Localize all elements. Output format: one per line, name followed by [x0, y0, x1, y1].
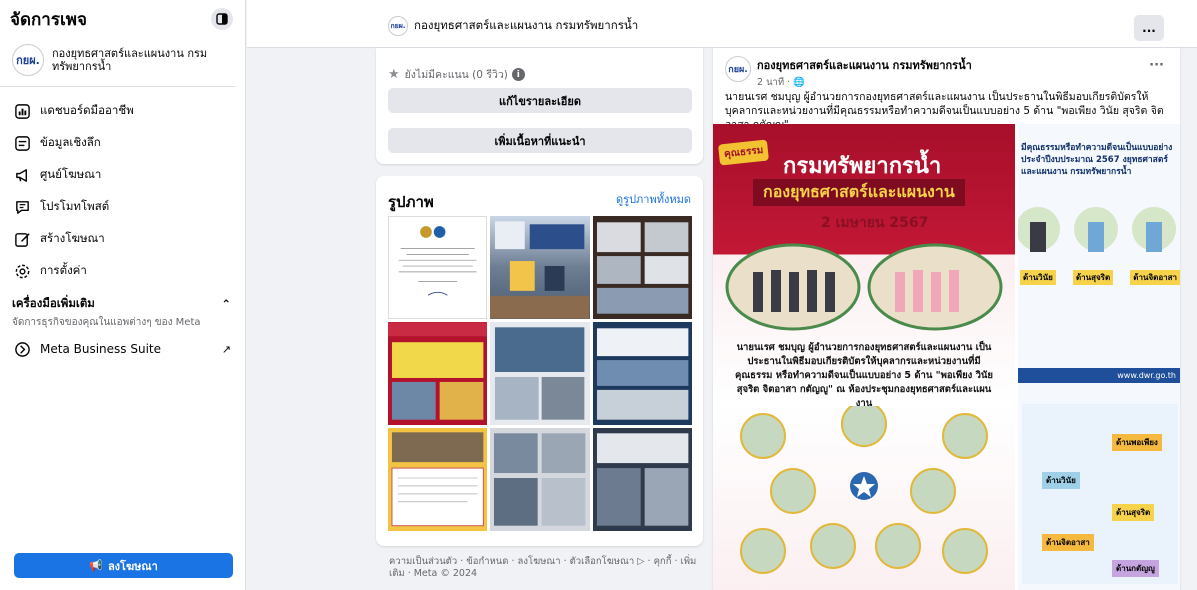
footer-links[interactable]: ความเป็นส่วนตัว · ข้อกำหนด · ลงโฆษณา · ต… — [389, 556, 699, 580]
image-date: 2 เมษายน 2567 — [821, 215, 929, 231]
page-switcher[interactable]: กยผ. กองยุทธศาสตร์และแผนงาน กรมทรัพยากรน… — [0, 38, 235, 87]
image2-labels: ด้านวินัย ด้านสุจริต ด้านจิตอาสา — [1020, 270, 1180, 285]
rating-text: ยังไม่มีคะแนน (0 รีวิว) — [404, 69, 508, 81]
advertise-button-label: ลงโฆษณา — [107, 559, 158, 573]
promote-icon — [16, 200, 29, 214]
sidebar-title: จัดการเพจ — [10, 9, 87, 30]
photo-thumbnail[interactable] — [490, 322, 590, 425]
photo-thumbnail[interactable] — [388, 216, 488, 319]
megaphone-icon: 📢 — [89, 559, 103, 572]
meta-business-suite-icon — [15, 341, 30, 357]
sidebar-item-insights[interactable]: ข้อมูลเชิงลึก — [0, 127, 245, 159]
sidebar-item-promote[interactable]: โปรโมทโพสต์ — [0, 191, 245, 223]
post-author-name[interactable]: กองยุทธศาสตร์และแผนงาน กรมทรัพยากรน้ำ — [757, 56, 972, 74]
image-subtitle: กองยุทธศาสตร์และแผนงาน — [753, 179, 965, 206]
sidebar-item-settings[interactable]: การตั้งค่า — [0, 255, 245, 287]
add-recommended-label: เพิ่มเนื้อหาที่แนะนำ — [494, 134, 586, 148]
dashboard-icon — [15, 103, 30, 119]
post-image-main[interactable]: คุณธรรม กรมทรัพยากรน้ำ กองยุทธศาสตร์และแ… — [713, 124, 1015, 590]
gear-icon — [15, 264, 30, 278]
edit-details-label: แก้ไขรายละเอียด — [499, 94, 581, 108]
photo-thumbnail[interactable] — [490, 216, 590, 319]
image2-label: ด้านจิตอาสา — [1130, 270, 1180, 285]
page-avatar: กยผ. — [12, 44, 44, 76]
sidebar-menu: แดชบอร์ดมืออาชีพ ข้อมูลเชิงลึก ศูนย์โฆษณ… — [0, 87, 245, 287]
image-title: กรมทรัพยากรน้ำ — [783, 154, 942, 179]
photo-thumbnail[interactable] — [592, 322, 692, 425]
image2-header: มีคุณธรรมหรือทำความดีจนเป็นแบบอย่าง ประจ… — [1021, 143, 1173, 177]
post-more-icon[interactable]: ··· — [1149, 58, 1164, 73]
sidebar-item-label: ศูนย์โฆษณา — [40, 167, 102, 181]
image2-side-item: ด้านจิตอาสา — [1042, 534, 1094, 551]
advertise-button[interactable]: 📢 ลงโฆษณา — [14, 553, 233, 578]
sidebar-header: จัดการเพจ — [0, 0, 245, 38]
more-tools-title: เครื่องมือเพิ่มเติม — [12, 296, 95, 310]
page-name: กองยุทธศาสตร์และแผนงาน กรมทรัพยากรน้ำ — [52, 47, 208, 73]
left-sidebar: จัดการเพจ กยผ. กองยุทธศาสตร์และแผนงาน กร… — [0, 0, 246, 590]
photo-thumbnail[interactable] — [592, 428, 692, 531]
edit-details-button[interactable]: แก้ไขรายละเอียด — [388, 88, 692, 113]
topbar-page-name: กองยุทธศาสตร์และแผนงาน กรมทรัพยากรน้ำ — [414, 18, 639, 32]
image-award-collage — [740, 406, 988, 574]
star-icon: ★ — [388, 67, 400, 82]
photo-thumbnail[interactable] — [388, 322, 488, 425]
image2-label: ด้านวินัย — [1020, 270, 1056, 285]
external-link-icon: ↗ — [221, 342, 231, 356]
sidebar-item-label: การตั้งค่า — [40, 263, 87, 277]
image2-side-list: ด้านพอเพียง ด้านวินัย ด้านสุจริต ด้านจิต… — [1022, 404, 1178, 584]
image2-url: www.dwr.go.th — [1018, 368, 1180, 383]
image2-side-item: ด้านสุจริต — [1112, 504, 1155, 521]
post-image-secondary[interactable]: มีคุณธรรมหรือทำความดีจนเป็นแบบอย่าง ประจ… — [1018, 124, 1180, 590]
megaphone-icon — [16, 168, 27, 182]
post-header: กยผ. กองยุทธศาสตร์และแผนงาน กรมทรัพยากรน… — [725, 56, 972, 90]
image-group-photos — [725, 243, 1003, 331]
collapse-sidebar-icon[interactable] — [211, 8, 233, 30]
pencil-icon — [15, 232, 30, 247]
meta-business-suite-link[interactable]: Meta Business Suite ↗ — [0, 336, 245, 362]
photos-card: รูปภาพ ดูรูปภาพทั้งหมด — [376, 176, 703, 546]
rating-row: ★ ยังไม่มีคะแนน (0 รีวิว) i — [388, 66, 525, 83]
image2-side-item: ด้านพอเพียง — [1112, 434, 1162, 451]
sidebar-item-label: ข้อมูลเชิงลึก — [40, 135, 101, 149]
more-tools-header[interactable]: เครื่องมือเพิ่มเติม ⌃ — [0, 287, 245, 313]
post-card: กยผ. กองยุทธศาสตร์และแผนงาน กรมทรัพยากรน… — [713, 48, 1180, 590]
post-author-avatar[interactable]: กยผ. — [725, 56, 751, 82]
more-tools-subtitle: จัดการธุรกิจของคุณในแอพต่างๆ ของ Meta — [12, 317, 201, 328]
photo-thumbnail[interactable] — [592, 216, 692, 319]
sidebar-item-dashboard[interactable]: แดชบอร์ดมืออาชีพ — [0, 95, 245, 127]
insights-icon — [15, 135, 30, 151]
topbar-page[interactable]: กยผ. กองยุทธศาสตร์และแผนงาน กรมทรัพยากรน… — [388, 16, 638, 36]
post-timestamp[interactable]: 2 นาที · 🌐 — [757, 75, 972, 90]
top-bar: กยผ. กองยุทธศาสตร์และแผนงาน กรมทรัพยากรน… — [247, 0, 1197, 48]
sidebar-item-create-ad[interactable]: สร้างโฆษณา — [0, 223, 245, 255]
see-all-photos-link[interactable]: ดูรูปภาพทั้งหมด — [616, 190, 691, 208]
image-caption: นายนเรศ ชมบุญ ผู้อำนวยการกองยุทธศาสตร์แล… — [735, 342, 993, 409]
meta-business-suite-label: Meta Business Suite — [40, 342, 161, 356]
add-recommended-button[interactable]: เพิ่มเนื้อหาที่แนะนำ — [388, 128, 692, 153]
image2-side-item: ด้านวินัย — [1042, 472, 1080, 489]
image2-label: ด้านสุจริต — [1072, 270, 1114, 285]
photos-title: รูปภาพ — [388, 193, 434, 211]
chevron-up-icon[interactable]: ⌃ — [221, 297, 231, 311]
sidebar-item-label: สร้างโฆษณา — [40, 231, 105, 245]
photo-thumbnail[interactable] — [388, 428, 488, 531]
sidebar-item-label: แดชบอร์ดมืออาชีพ — [40, 103, 134, 117]
photo-grid — [388, 216, 692, 531]
image2-portraits — [1018, 207, 1176, 252]
photo-thumbnail[interactable] — [490, 428, 590, 531]
info-icon[interactable]: i — [511, 68, 525, 81]
page-info-card: ★ ยังไม่มีคะแนน (0 รีวิว) i แก้ไขรายละเอ… — [376, 48, 703, 164]
image2-side-item: ด้านกตัญญู — [1112, 560, 1159, 577]
more-icon: ... — [1142, 21, 1156, 35]
image-badge: คุณธรรม — [718, 139, 770, 166]
topbar-page-avatar: กยผ. — [388, 16, 408, 36]
more-options-button[interactable]: ... — [1134, 15, 1164, 41]
sidebar-item-label: โปรโมทโพสต์ — [40, 199, 110, 213]
sidebar-item-ad-center[interactable]: ศูนย์โฆษณา — [0, 159, 245, 191]
